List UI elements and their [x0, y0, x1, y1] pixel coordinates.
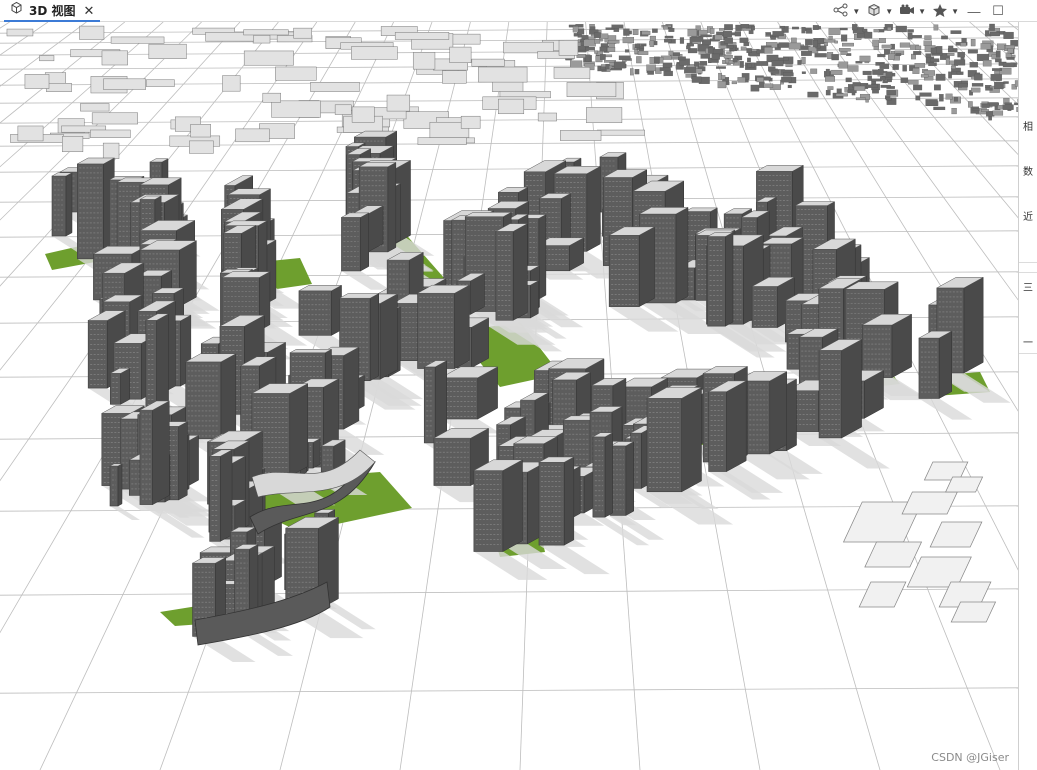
chevron-down-icon[interactable]: ▼	[951, 7, 959, 16]
side-label[interactable]: 相	[1019, 118, 1037, 133]
view-toolbar: ▼ ▼ ▼ ▼ — ☐	[833, 0, 1007, 22]
ground-footprints	[842, 461, 997, 623]
share-nodes-icon	[833, 3, 849, 20]
video-camera-icon	[899, 3, 915, 20]
camera-button[interactable]: ▼	[899, 2, 926, 20]
star-icon	[932, 3, 948, 20]
3d-viewport[interactable]	[0, 22, 1018, 770]
chevron-down-icon[interactable]: ▼	[885, 7, 893, 16]
right-side-panel: 相 数 近 三 一	[1018, 22, 1037, 770]
share-button[interactable]: ▼	[833, 2, 860, 20]
tab-title: 3D 视图	[29, 3, 76, 18]
cubes-icon	[866, 3, 882, 20]
close-icon[interactable]: ✕	[84, 4, 95, 17]
layers-button[interactable]: ▼	[866, 2, 893, 20]
side-label[interactable]: 近	[1019, 208, 1037, 223]
side-label[interactable]: 三	[1019, 279, 1037, 294]
side-panel-group-2: 三 一	[1019, 272, 1037, 354]
chevron-down-icon[interactable]: ▼	[852, 7, 860, 16]
maximize-icon[interactable]: ☐	[989, 3, 1007, 19]
tab-bar: 3D 视图 ✕ ▼ ▼ ▼ ▼ — ☐	[0, 0, 1037, 22]
tab-3d-view[interactable]: 3D 视图 ✕	[4, 0, 101, 22]
city-3d-scene[interactable]	[0, 22, 1018, 770]
cube-icon	[10, 1, 23, 19]
favorites-button[interactable]: ▼	[932, 2, 959, 20]
side-panel-group-1: 相 数 近	[1019, 112, 1037, 263]
chevron-down-icon[interactable]: ▼	[918, 7, 926, 16]
minimize-icon[interactable]: —	[965, 4, 983, 19]
watermark: CSDN @JGiser	[931, 751, 1009, 764]
side-label[interactable]: 数	[1019, 163, 1037, 178]
side-label[interactable]: 一	[1019, 334, 1037, 349]
